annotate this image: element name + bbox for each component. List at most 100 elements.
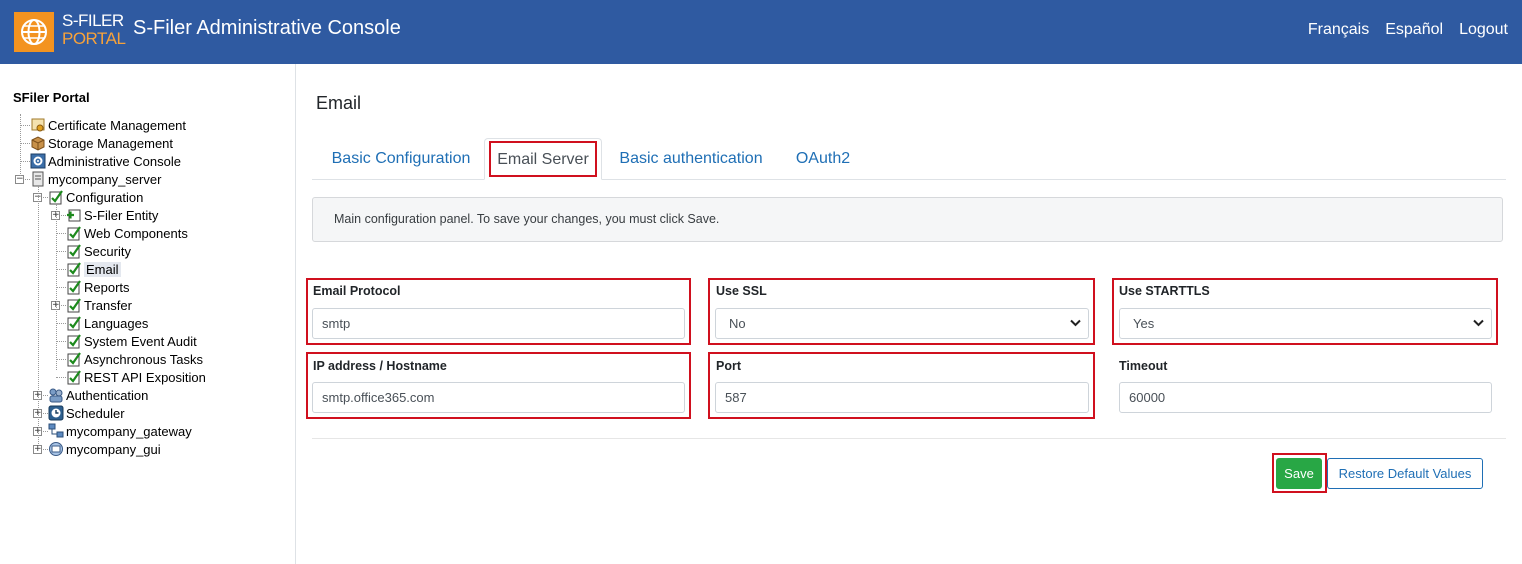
logo-line2: PORTAL <box>62 29 126 48</box>
tree-connector <box>20 161 30 162</box>
tree-item-label: Authentication <box>66 387 149 403</box>
tree-item-label: Configuration <box>66 189 144 205</box>
checklist-icon <box>66 315 82 331</box>
sidebar: SFiler Portal Certificate Management Stor… <box>0 64 296 564</box>
checklist-icon <box>66 279 82 295</box>
tree-connector <box>56 359 66 360</box>
port-label: Port <box>716 359 741 373</box>
certificate-icon <box>30 117 46 133</box>
tree-item-reports[interactable]: Reports <box>66 278 130 296</box>
email-protocol-input[interactable]: smtp <box>312 308 685 339</box>
tree-item-label: Asynchronous Tasks <box>84 351 203 367</box>
tree-item-configuration[interactable]: Configuration <box>48 188 143 206</box>
tree-item-label: Transfer <box>84 297 132 313</box>
tree-item-authentication[interactable]: Authentication <box>48 386 148 404</box>
use-starttls-label: Use STARTTLS <box>1119 284 1210 298</box>
logo-text: S-FILER PORTAL <box>62 11 126 48</box>
tree-connector <box>56 233 66 234</box>
checklist-icon <box>66 369 82 385</box>
tree-item-mycompany-gui[interactable]: mycompany_gui <box>48 440 161 458</box>
logout-link[interactable]: Logout <box>1459 21 1508 39</box>
checklist-icon <box>48 189 64 205</box>
users-icon <box>48 387 64 403</box>
tree-connector <box>56 377 66 378</box>
gear-icon <box>30 153 46 169</box>
server-icon <box>30 171 46 187</box>
tree-item-s-filer-entity[interactable]: S-Filer Entity <box>66 206 158 224</box>
tab-basic-authentication[interactable]: Basic authentication <box>608 138 774 180</box>
tree-guide-line <box>56 204 57 370</box>
form-divider <box>312 438 1506 439</box>
tree-root[interactable]: SFiler Portal <box>13 90 90 105</box>
page-title: Email <box>316 93 362 113</box>
tree-connector <box>20 125 30 126</box>
header-nav: Français Español Logout <box>1308 21 1508 39</box>
expand-icon[interactable]: + <box>33 445 42 454</box>
chevron-down-icon <box>1473 319 1484 327</box>
port-input[interactable]: 587 <box>715 382 1089 413</box>
tab-email-server[interactable]: Email Server <box>484 138 602 180</box>
tree-item-label: mycompany_gateway <box>66 423 192 439</box>
logo-line1: S-FILER <box>62 11 124 30</box>
tree-item-rest-api-exposition[interactable]: REST API Exposition <box>66 368 206 386</box>
timeout-input[interactable]: 60000 <box>1119 382 1492 413</box>
tree-connector <box>56 251 66 252</box>
use-starttls-select[interactable]: Yes <box>1119 308 1492 339</box>
checklist-icon <box>66 297 82 313</box>
tree-guide-line <box>38 186 39 444</box>
tree-item-languages[interactable]: Languages <box>66 314 148 332</box>
tree-connector <box>56 323 66 324</box>
entity-icon <box>66 207 82 223</box>
tree-item-label: Storage Management <box>48 135 174 151</box>
checklist-icon <box>66 261 82 277</box>
checklist-icon <box>66 333 82 349</box>
tree-connector <box>56 341 66 342</box>
tree-item-mycompany-server[interactable]: mycompany_server <box>30 170 161 188</box>
tree-item-label: System Event Audit <box>84 333 197 349</box>
nav-link-francais[interactable]: Français <box>1308 21 1369 39</box>
tree-item-security[interactable]: Security <box>66 242 131 260</box>
tree-item-transfer[interactable]: Transfer <box>66 296 132 314</box>
nav-link-espanol[interactable]: Español <box>1385 21 1443 39</box>
tree-connector <box>56 287 66 288</box>
network-icon <box>48 423 64 439</box>
tree-item-email[interactable]: Email <box>66 260 121 278</box>
top-navbar: S-FILER PORTAL S-Filer Administrative Co… <box>0 0 1522 64</box>
tree-item-label: Email <box>84 261 121 277</box>
tree-item-label: mycompany_gui <box>66 441 161 457</box>
tree-item-administrative-console[interactable]: Administrative Console <box>30 152 181 170</box>
tree-item-label: Languages <box>84 315 149 331</box>
tab-basic-configuration[interactable]: Basic Configuration <box>316 138 486 180</box>
collapse-icon[interactable]: − <box>15 175 24 184</box>
tree-item-label: REST API Exposition <box>84 369 206 385</box>
timeout-label: Timeout <box>1119 359 1168 373</box>
restore-defaults-button[interactable]: Restore Default Values <box>1327 458 1483 489</box>
hostname-input[interactable]: smtp.office365.com <box>312 382 685 413</box>
tree-item-web-components[interactable]: Web Components <box>66 224 188 242</box>
use-ssl-select[interactable]: No <box>715 308 1089 339</box>
tree-item-asynchronous-tasks[interactable]: Asynchronous Tasks <box>66 350 203 368</box>
tree-item-certificate-management[interactable]: Certificate Management <box>30 116 186 134</box>
save-button[interactable]: Save <box>1276 458 1322 489</box>
box-icon <box>30 135 46 151</box>
tree-item-label: Scheduler <box>66 405 125 421</box>
tree-item-label: Administrative Console <box>48 153 181 169</box>
tree-connector <box>56 269 66 270</box>
hostname-label: IP address / Hostname <box>313 359 447 373</box>
clock-icon <box>48 405 64 421</box>
tree-item-label: Reports <box>84 279 130 295</box>
tree-item-system-event-audit[interactable]: System Event Audit <box>66 332 197 350</box>
tree-item-label: mycompany_server <box>48 171 162 187</box>
tree-guide-line <box>20 114 21 176</box>
tree-item-mycompany-gateway[interactable]: mycompany_gateway <box>48 422 192 440</box>
tree-item-storage-management[interactable]: Storage Management <box>30 134 173 152</box>
use-ssl-label: Use SSL <box>716 284 767 298</box>
checklist-icon <box>66 243 82 259</box>
logo-globe-icon <box>14 12 54 52</box>
tab-oauth2[interactable]: OAuth2 <box>784 138 862 180</box>
checklist-icon <box>66 351 82 367</box>
checklist-icon <box>66 225 82 241</box>
tree-item-scheduler[interactable]: Scheduler <box>48 404 125 422</box>
info-panel: Main configuration panel. To save your c… <box>312 197 1503 242</box>
tree-item-label: S-Filer Entity <box>84 207 159 223</box>
